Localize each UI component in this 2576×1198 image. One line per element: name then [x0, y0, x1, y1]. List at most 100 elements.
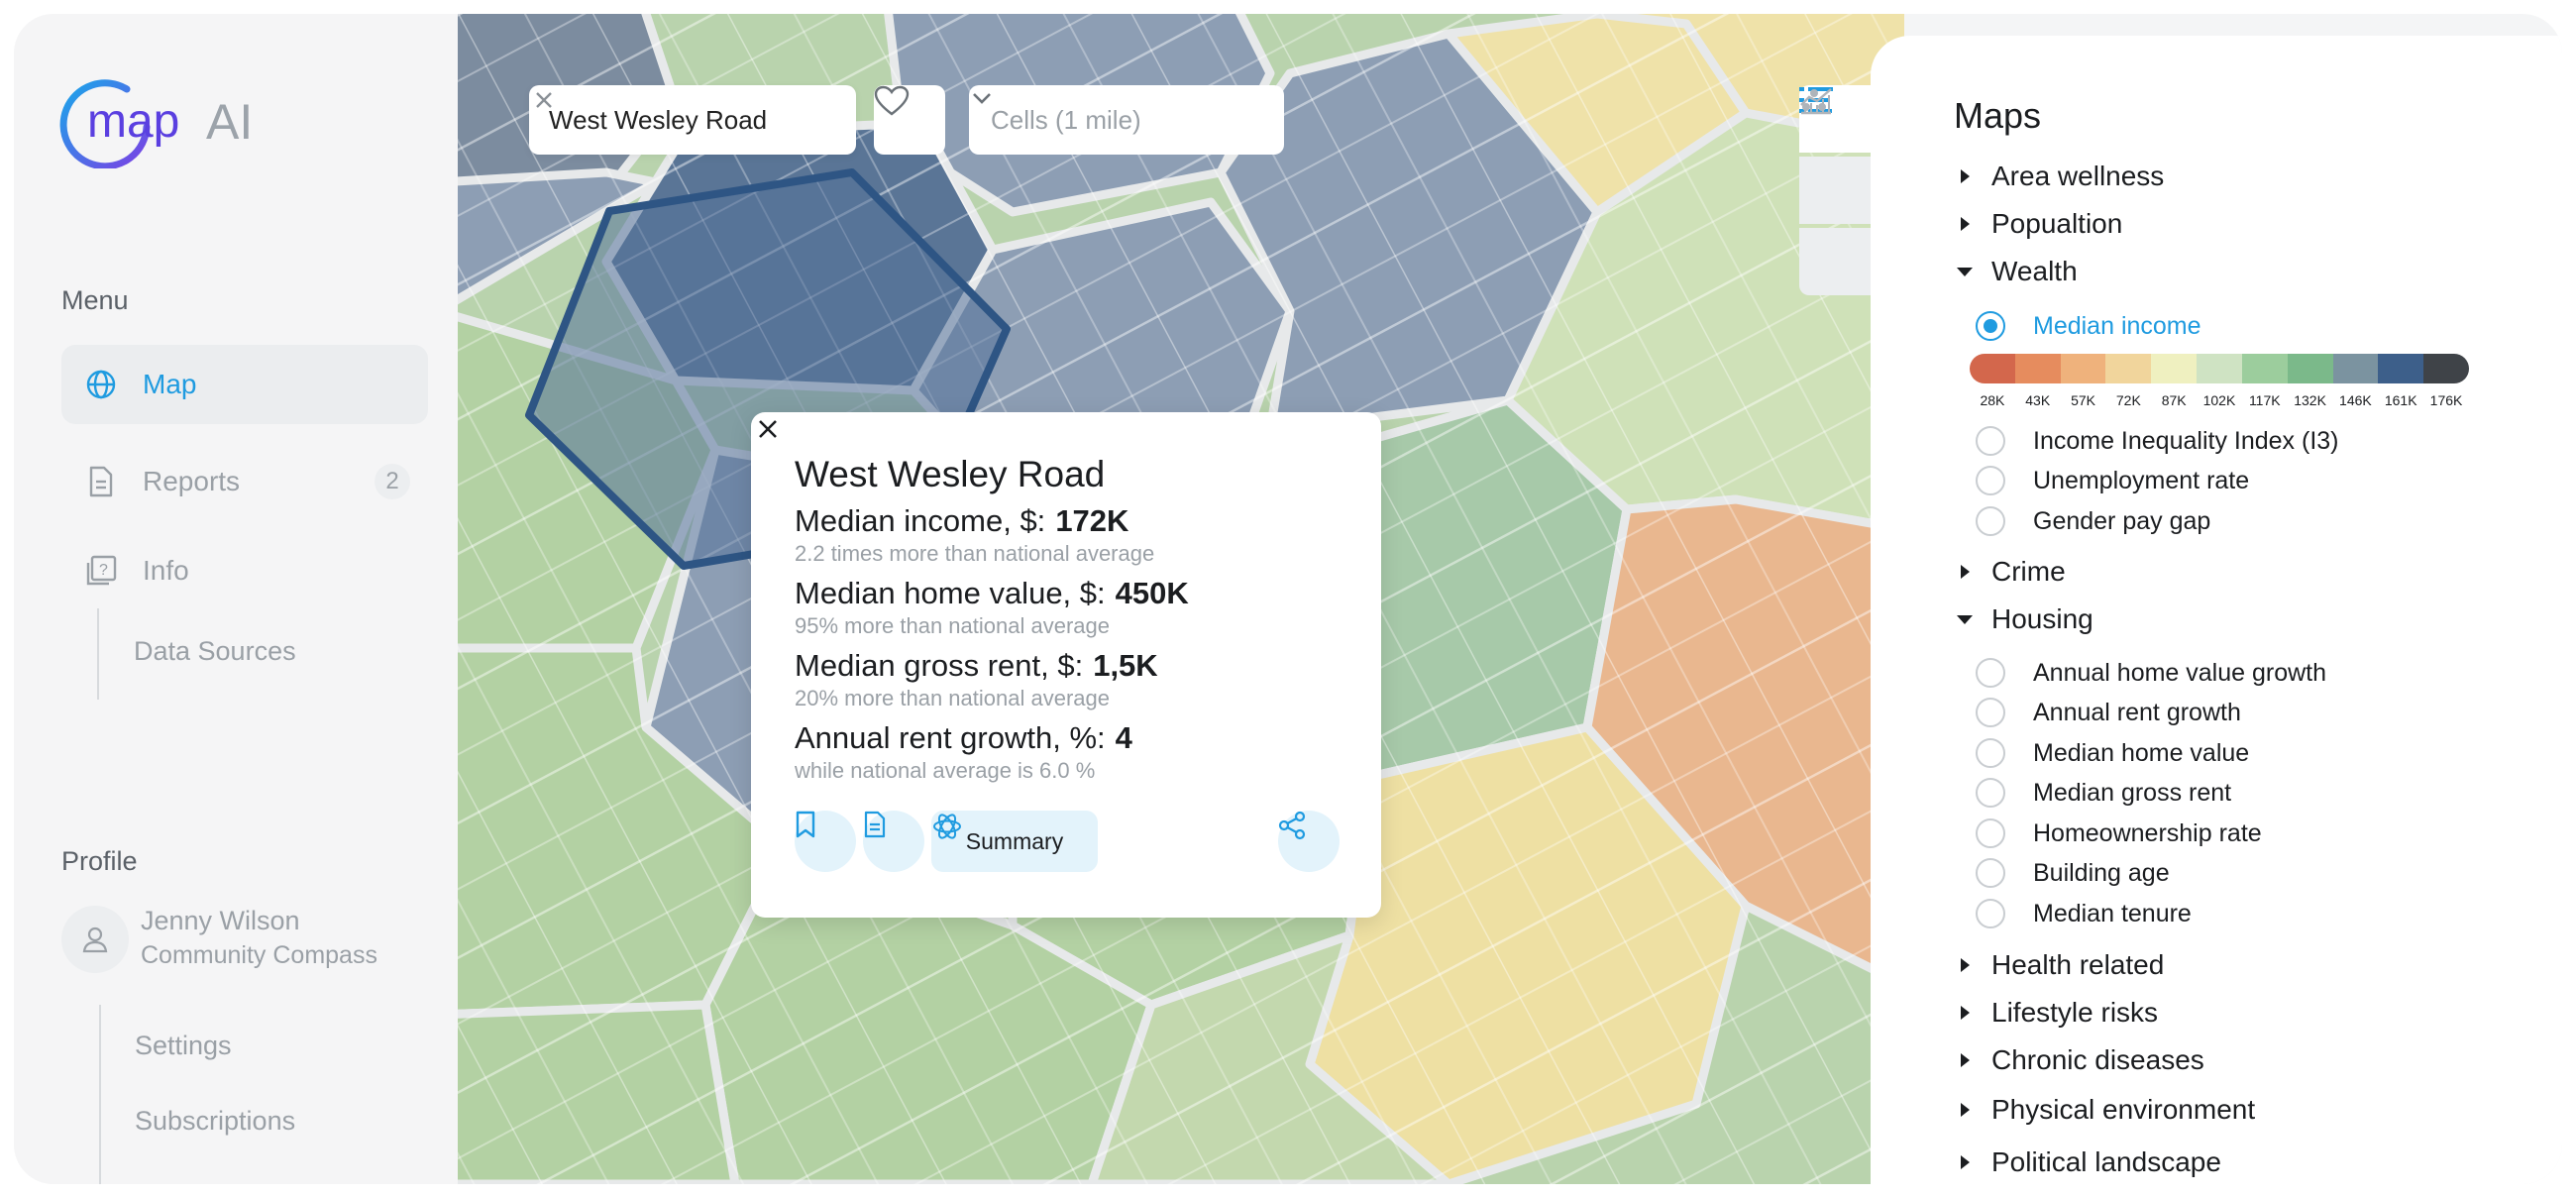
svg-text:?: ?	[99, 562, 108, 579]
stat-note: while national average is 6.0 %	[795, 758, 1096, 783]
option-unemployment-rate[interactable]: Unemployment rate	[1976, 466, 2249, 495]
radio-button[interactable]	[1976, 899, 2005, 928]
category-population[interactable]: Popualtion	[1954, 208, 2122, 240]
radio-button[interactable]	[1976, 311, 2005, 341]
stat-note: 2.2 times more than national average	[795, 541, 1155, 566]
option-income-inequality-index[interactable]: Income Inequality Index (I3)	[1976, 426, 2339, 456]
nav-item-info[interactable]: ? Info	[61, 531, 428, 610]
scale-label: 132K	[2294, 392, 2326, 408]
category-political-landscape[interactable]: Political landscape	[1954, 1146, 2221, 1178]
category-label: Wealth	[1991, 256, 2078, 286]
category-chronic-diseases[interactable]: Chronic diseases	[1954, 1044, 2204, 1076]
sidebar: map AI Menu Map Reports 2 ? Info Data So…	[14, 14, 458, 1184]
mapai-logo: map AI	[59, 79, 253, 168]
bookmark-button[interactable]	[795, 811, 856, 872]
scale-swatch	[2060, 354, 2106, 383]
category-crime[interactable]: Crime	[1954, 556, 2066, 588]
logo-text-ai: AI	[206, 94, 253, 150]
bookmark-icon	[796, 811, 815, 838]
scale-swatch	[2378, 354, 2424, 383]
close-icon[interactable]	[751, 412, 785, 446]
radio-button[interactable]	[1976, 738, 2005, 768]
globe-icon	[85, 369, 117, 400]
scale-label: 146K	[2339, 392, 2372, 408]
app-window: map AI Menu Map Reports 2 ? Info Data So…	[14, 14, 2562, 1184]
option-median-income[interactable]: Median income	[1976, 311, 2201, 341]
radio-button[interactable]	[1976, 506, 2005, 536]
option-building-age[interactable]: Building age	[1976, 858, 2170, 888]
caret-right-icon	[1961, 958, 1970, 972]
profile-subnav-line	[99, 1005, 101, 1184]
location-search-field[interactable]: West Wesley Road	[529, 85, 856, 155]
option-label: Median home value	[2033, 738, 2250, 767]
chart-view-button[interactable]	[1799, 88, 1871, 224]
radio-button[interactable]	[1976, 426, 2005, 456]
caret-right-icon	[1961, 169, 1970, 183]
nav-item-data-sources[interactable]: Data Sources	[134, 636, 296, 667]
stat-note: 20% more than national average	[795, 686, 1110, 710]
panel-title: Maps	[1954, 95, 2042, 136]
nav-item-reports[interactable]: Reports 2	[61, 442, 428, 521]
scale-label: 28K	[1980, 392, 2005, 408]
radio-button[interactable]	[1976, 858, 2005, 888]
category-label: Housing	[1991, 603, 2093, 634]
scale-label: 161K	[2384, 392, 2417, 408]
scale-swatch	[2287, 354, 2333, 383]
category-label: Health related	[1991, 949, 2165, 980]
stat-value: 1,5K	[1093, 648, 1158, 683]
logo-text-map: map	[87, 95, 179, 148]
favorite-button[interactable]	[874, 85, 945, 155]
stat-median-income: Median income, $: 172K 2.2 times more tha…	[795, 503, 1154, 567]
option-median-home-value[interactable]: Median home value	[1976, 738, 2249, 768]
cell-size-value: Cells (1 mile)	[991, 104, 1141, 135]
share-button[interactable]	[1278, 811, 1340, 872]
report-button[interactable]	[863, 811, 924, 872]
stat-label: Median home value, $:	[795, 576, 1106, 610]
radio-button[interactable]	[1976, 818, 2005, 848]
caret-down-icon	[1957, 615, 1973, 624]
map-canvas[interactable]: West Wesley Road Cells (1 mile) West Wes…	[458, 14, 1904, 1184]
summary-button[interactable]: Summary	[931, 811, 1098, 872]
option-median-tenure[interactable]: Median tenure	[1976, 899, 2192, 928]
category-health-related[interactable]: Health related	[1954, 949, 2164, 981]
radio-button[interactable]	[1976, 698, 2005, 727]
radio-button[interactable]	[1976, 658, 2005, 688]
option-label: Income Inequality Index (I3)	[2033, 426, 2339, 455]
avatar[interactable]	[61, 906, 129, 973]
scale-swatch	[2151, 354, 2198, 383]
category-label: Political landscape	[1991, 1146, 2221, 1177]
option-annual-rent-growth[interactable]: Annual rent growth	[1976, 698, 2241, 727]
clear-icon[interactable]	[529, 85, 559, 115]
scale-swatch	[1970, 354, 2015, 383]
option-annual-home-value-growth[interactable]: Annual home value growth	[1976, 658, 2326, 688]
nav-item-settings[interactable]: Settings	[135, 1031, 232, 1061]
radio-button[interactable]	[1976, 778, 2005, 808]
category-housing[interactable]: Housing	[1954, 603, 2093, 635]
scale-label: 102K	[2202, 392, 2236, 408]
location-search-value: West Wesley Road	[549, 104, 768, 135]
option-homeownership-rate[interactable]: Homeownership rate	[1976, 818, 2262, 848]
stat-median-gross-rent: Median gross rent, $: 1,5K 20% more than …	[795, 648, 1158, 711]
nav-item-subscriptions[interactable]: Subscriptions	[135, 1106, 295, 1137]
category-area-wellness[interactable]: Area wellness	[1954, 161, 2164, 192]
share-icon	[1278, 811, 1306, 840]
option-label: Unemployment rate	[2033, 466, 2250, 494]
category-wealth[interactable]: Wealth	[1954, 256, 2078, 287]
nav-item-map[interactable]: Map	[61, 345, 428, 424]
option-median-gross-rent[interactable]: Median gross rent	[1976, 778, 2231, 808]
user-icon	[82, 926, 108, 953]
radio-button[interactable]	[1976, 466, 2005, 495]
profile-heading: Profile	[61, 846, 138, 876]
category-label: Popualtion	[1991, 208, 2123, 239]
option-label: Median income	[2033, 311, 2201, 340]
category-lifestyle-risks[interactable]: Lifestyle risks	[1954, 997, 2158, 1029]
scatter-view-button[interactable]	[1799, 89, 1871, 295]
category-physical-environment[interactable]: Physical environment	[1954, 1094, 2255, 1126]
info-subnav-line	[97, 608, 99, 700]
option-label: Median tenure	[2033, 899, 2192, 927]
stat-value: 4	[1115, 720, 1132, 755]
cell-size-select[interactable]: Cells (1 mile)	[969, 85, 1284, 155]
option-label: Building age	[2033, 858, 2170, 887]
info-icon: ?	[85, 555, 117, 587]
option-gender-pay-gap[interactable]: Gender pay gap	[1976, 506, 2210, 536]
